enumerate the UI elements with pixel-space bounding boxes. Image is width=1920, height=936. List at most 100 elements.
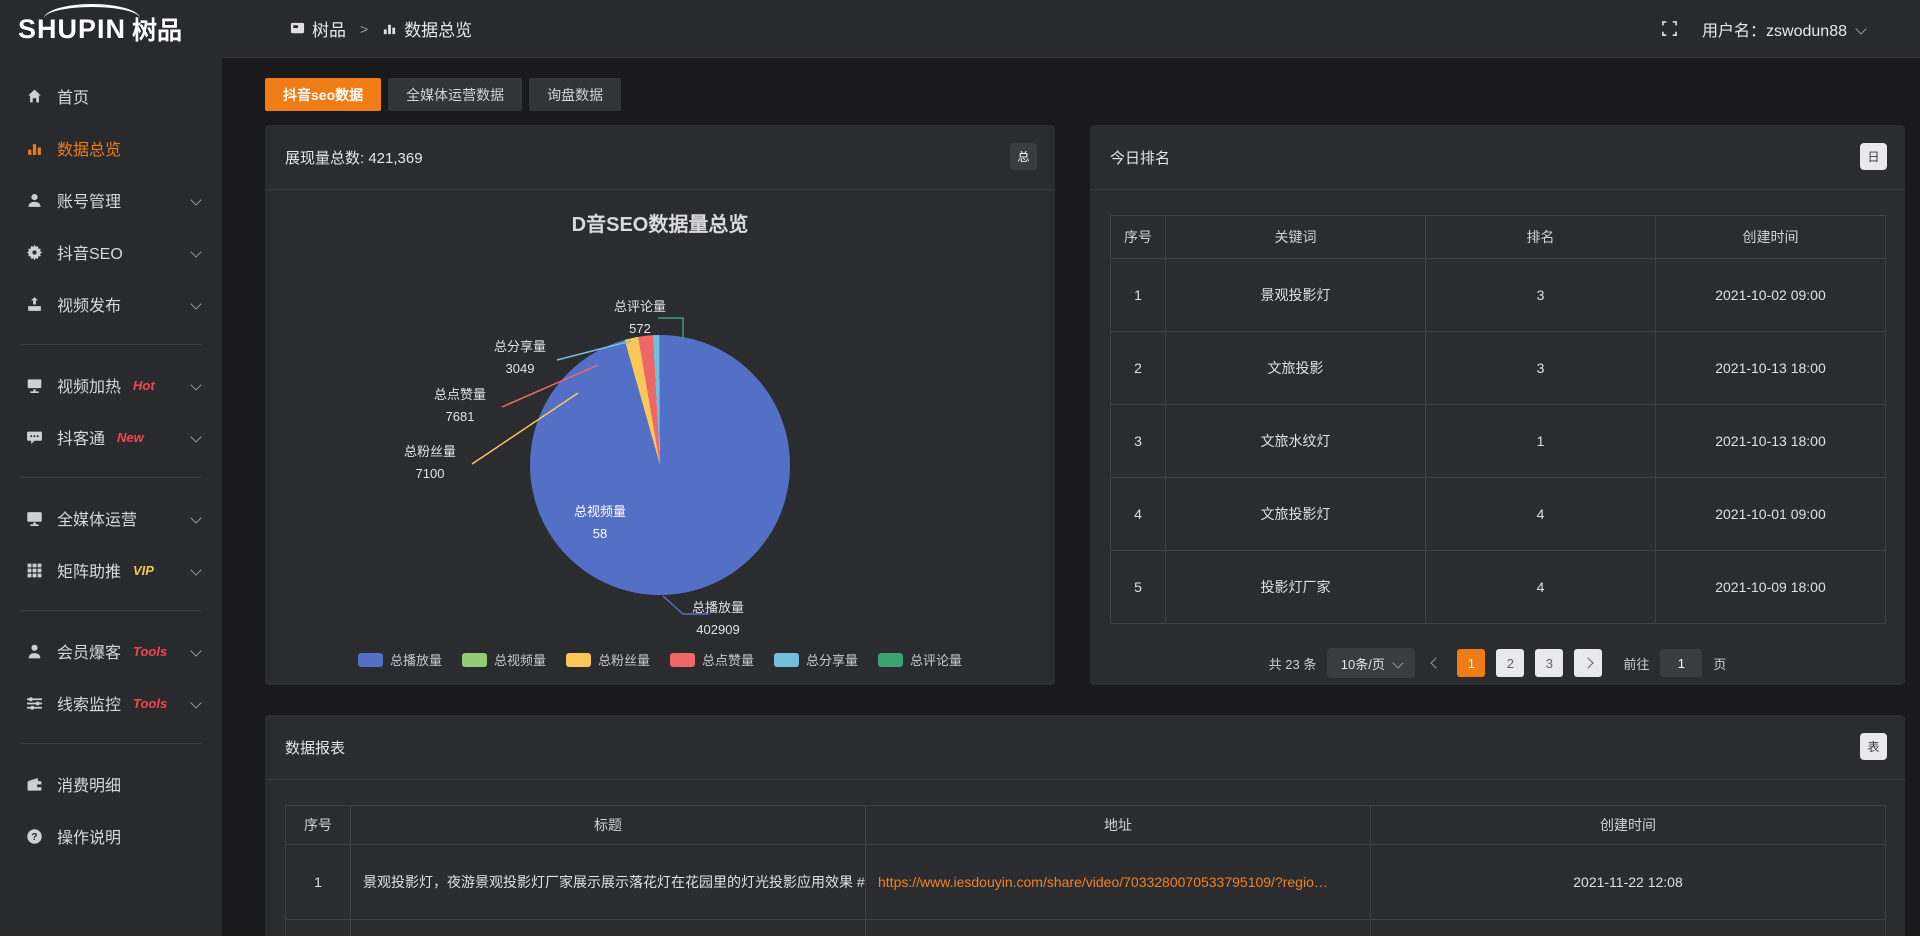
bar-chart-icon	[26, 140, 43, 157]
legend-item-plays[interactable]: 总播放量	[358, 650, 442, 669]
topbar-right: 用户名：zswodun88	[1661, 17, 1865, 41]
logo-arc-decoration	[44, 4, 140, 33]
goto-label: 前往	[1623, 654, 1649, 673]
breadcrumb-current-label: 数据总览	[404, 16, 472, 41]
fullscreen-icon[interactable]	[1661, 20, 1678, 37]
breadcrumb-root[interactable]: 树品	[290, 16, 346, 41]
cell-created: 2021-10-13 18:00	[1656, 332, 1886, 405]
menu-divider	[20, 610, 202, 611]
sidebar-item-data-overview[interactable]: 数据总览	[0, 122, 222, 174]
legend-label: 总播放量	[390, 650, 442, 669]
gear-icon	[26, 244, 43, 261]
sidebar-item-douyin-seo[interactable]: 抖音SEO	[0, 226, 222, 278]
cell-url: https://www.iesdouyin.com/share/video/70…	[866, 845, 1371, 920]
app-logo[interactable]: SHUPIN 树品	[0, 0, 222, 58]
table-row: 3 文旅水纹灯 1 2021-10-13 18:00	[1111, 405, 1886, 478]
col-created: 创建时间	[1371, 806, 1886, 845]
legend-label: 总粉丝量	[598, 650, 650, 669]
table-header-row: 序号 标题 地址 创建时间	[286, 806, 1886, 845]
report-card-header: 数据报表 表	[265, 715, 1905, 780]
chevron-down-icon	[190, 564, 201, 575]
cell-keyword: 文旅投影	[1166, 332, 1426, 405]
pie-label-name: 总点赞量	[390, 384, 530, 406]
sidebar-item-label: 消费明细	[57, 772, 121, 796]
wallet-icon	[26, 776, 43, 793]
tab-inquiry-data[interactable]: 询盘数据	[529, 78, 621, 111]
sidebar-item-home[interactable]: 首页	[0, 70, 222, 122]
sidebar-item-media-operation[interactable]: 全媒体运营	[0, 492, 222, 544]
cell-index: 5	[1111, 551, 1166, 624]
sidebar-item-label: 账号管理	[57, 188, 121, 212]
pie-label-name: 总视频量	[530, 501, 670, 523]
legend-item-videos[interactable]: 总视频量	[462, 650, 546, 669]
screen-icon	[26, 510, 43, 527]
cell-rank: 1	[1426, 405, 1656, 478]
cell-title	[351, 920, 866, 936]
pie-label-value: 58	[530, 523, 670, 545]
total-view-button[interactable]: 总	[1010, 143, 1037, 170]
sidebar-item-member-baoke[interactable]: 会员爆客 Tools	[0, 625, 222, 677]
pie-label-name: 总粉丝量	[360, 441, 500, 463]
sidebar-item-instructions[interactable]: ? 操作说明	[0, 810, 222, 862]
cell-index: 2	[1111, 332, 1166, 405]
breadcrumb-current[interactable]: 数据总览	[382, 16, 472, 41]
day-view-button[interactable]: 日	[1860, 143, 1887, 170]
report-card: 数据报表 表 序号 标题 地址 创建时间 1 景观投影灯，夜游景观投影灯厂家展示…	[265, 715, 1905, 936]
sidebar-item-label: 抖音SEO	[57, 240, 123, 264]
table-row: 5 投影灯厂家 4 2021-10-09 18:00	[1111, 551, 1886, 624]
sidebar-item-douketong[interactable]: 抖客通 New	[0, 411, 222, 463]
tools-badge: Tools	[133, 696, 167, 711]
tab-douyin-seo-data[interactable]: 抖音seo数据	[265, 78, 381, 111]
sidebar-item-video-heat[interactable]: 视频加热 Hot	[0, 359, 222, 411]
legend-item-likes[interactable]: 总点赞量	[670, 650, 754, 669]
sidebar-item-consumption-detail[interactable]: 消费明细	[0, 758, 222, 810]
cell-created	[1371, 920, 1886, 936]
main-content: 抖音seo数据 全媒体运营数据 询盘数据 展现量总数: 421,369 总 D音…	[222, 58, 1920, 936]
legend-swatch	[358, 653, 383, 667]
legend-item-comments[interactable]: 总评论量	[878, 650, 962, 669]
sidebar-item-account[interactable]: 账号管理	[0, 174, 222, 226]
pie-label-value: 572	[570, 318, 710, 340]
chevron-down-icon	[190, 697, 201, 708]
menu-divider	[20, 344, 202, 345]
ranking-card-header: 今日排名 日	[1090, 125, 1905, 190]
sidebar-item-matrix-boost[interactable]: 矩阵助推 VIP	[0, 544, 222, 596]
sidebar: SHUPIN 树品 首页 数据总览 账号管理 抖音SEO 视频发布	[0, 0, 222, 936]
table-row: 2 文旅投影 3 2021-10-13 18:00	[1111, 332, 1886, 405]
prev-page-button[interactable]	[1426, 649, 1446, 677]
page-button-1[interactable]: 1	[1457, 649, 1485, 677]
legend-item-fans[interactable]: 总粉丝量	[566, 650, 650, 669]
page-size-select[interactable]: 10条/页	[1327, 648, 1415, 678]
legend-item-shares[interactable]: 总分享量	[774, 650, 858, 669]
chevron-right-icon	[1583, 657, 1594, 668]
cell-title: 景观投影灯，夜游景观投影灯厂家展示展示落花灯在花园里的灯光投影应用效果 #	[351, 845, 866, 920]
legend-swatch	[670, 653, 695, 667]
table-view-button[interactable]: 表	[1860, 733, 1887, 760]
cell-index: 4	[1111, 478, 1166, 551]
pie-label-value: 3049	[450, 358, 590, 380]
sidebar-item-label: 抖客通	[57, 425, 105, 449]
sidebar-item-video-publish[interactable]: 视频发布	[0, 278, 222, 330]
pie-label-value: 7681	[390, 406, 530, 428]
chevron-down-icon	[190, 298, 201, 309]
legend-label: 总点赞量	[702, 650, 754, 669]
tab-media-operation-data[interactable]: 全媒体运营数据	[388, 78, 522, 111]
page-button-3[interactable]: 3	[1535, 649, 1563, 677]
chevron-down-icon	[190, 512, 201, 523]
menu-divider	[20, 477, 202, 478]
col-index: 序号	[286, 806, 351, 845]
page-button-2[interactable]: 2	[1496, 649, 1524, 677]
next-page-button[interactable]	[1574, 649, 1602, 677]
sidebar-item-lead-monitor[interactable]: 线索监控 Tools	[0, 677, 222, 729]
svg-text:?: ?	[31, 831, 37, 842]
pie-label-comments: 总评论量 572	[570, 296, 710, 340]
sidebar-item-label: 线索监控	[57, 691, 121, 715]
cell-created: 2021-11-22 12:08	[1371, 845, 1886, 920]
vip-badge: VIP	[133, 563, 154, 578]
video-link[interactable]: https://www.iesdouyin.com/share/video/70…	[878, 874, 1328, 890]
cell-url	[866, 920, 1371, 936]
user-menu[interactable]: 用户名：zswodun88	[1702, 17, 1865, 41]
goto-page-input[interactable]: 1	[1660, 649, 1702, 677]
chevron-down-icon	[190, 246, 201, 257]
sliders-icon	[26, 695, 43, 712]
